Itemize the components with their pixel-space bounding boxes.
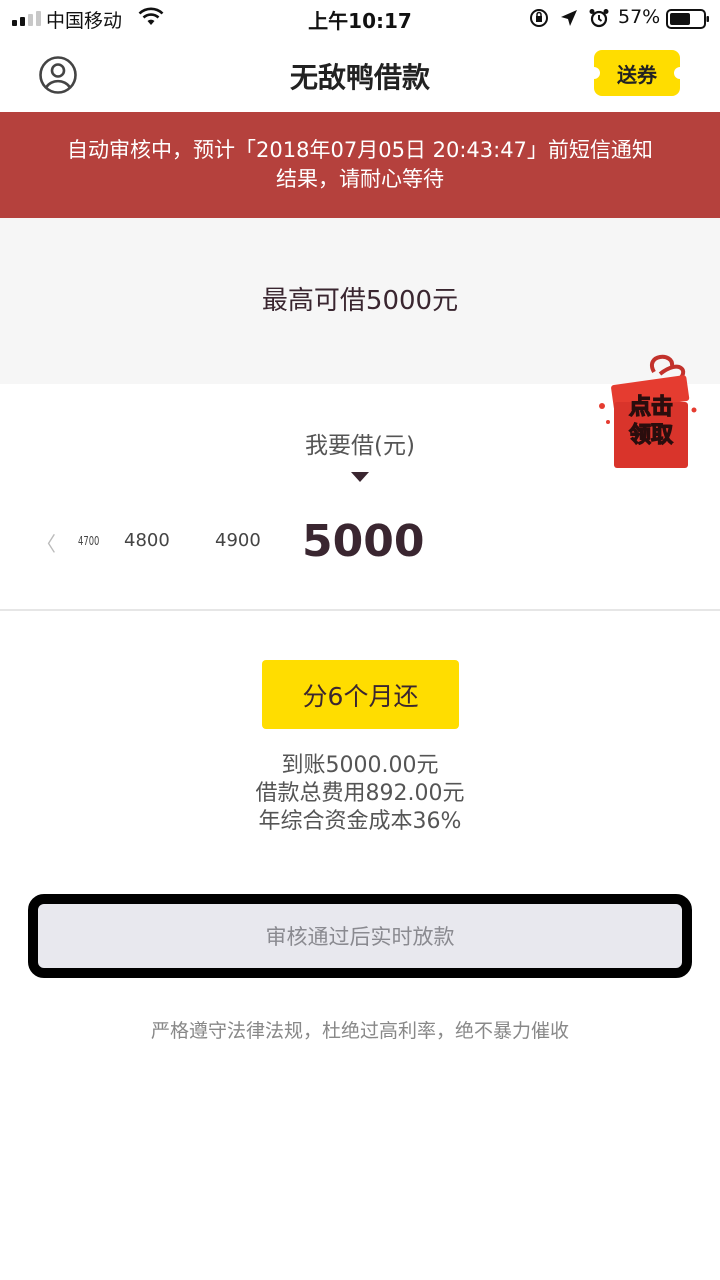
battery-percentage: 57% — [618, 6, 661, 28]
status-bar: 中国移动 上午10:17 57% — [0, 0, 720, 36]
nav-bar: 无敌鸭借款 送券 — [0, 36, 720, 112]
repayment-term-button[interactable]: 分6个月还 — [262, 660, 459, 729]
amount-tick[interactable]: 4700 — [78, 534, 99, 548]
banner-line-1: 自动审核中，预计「2018年07月05日 20:43:47」前短信通知 — [67, 138, 653, 162]
orientation-lock-icon — [530, 9, 548, 27]
location-icon — [561, 10, 577, 26]
compliance-note: 严格遵守法律法规，杜绝过高利率，绝不暴力催收 — [150, 1020, 569, 1042]
amount-tick[interactable]: 4800 — [124, 530, 170, 551]
annual-cost-rate: 年综合资金成本36% — [258, 809, 462, 834]
divider — [0, 609, 720, 611]
review-status-banner: 自动审核中，预计「2018年07月05日 20:43:47」前短信通知 结果，请… — [0, 112, 720, 218]
battery-icon — [666, 9, 709, 29]
gift-label-line-1: 点击 — [629, 394, 673, 420]
amount-picker[interactable]: 〈 4700 4800 4900 5000 — [0, 506, 720, 576]
selected-amount[interactable]: 5000 — [302, 516, 424, 567]
submit-loan-button[interactable]: 审核通过后实时放款 — [28, 894, 692, 978]
chevron-left-icon[interactable]: 〈 — [36, 528, 56, 557]
picker-pointer-icon — [351, 472, 369, 482]
borrow-amount-label: 我要借(元) — [305, 433, 415, 459]
coupon-button[interactable]: 送券 — [588, 50, 686, 96]
alarm-icon — [589, 9, 609, 28]
amount-tick[interactable]: 4900 — [215, 530, 261, 551]
clock: 上午10:17 — [308, 9, 412, 33]
max-amount-label: 最高可借5000元 — [261, 286, 459, 316]
banner-line-2: 结果，请耐心等待 — [276, 167, 444, 191]
